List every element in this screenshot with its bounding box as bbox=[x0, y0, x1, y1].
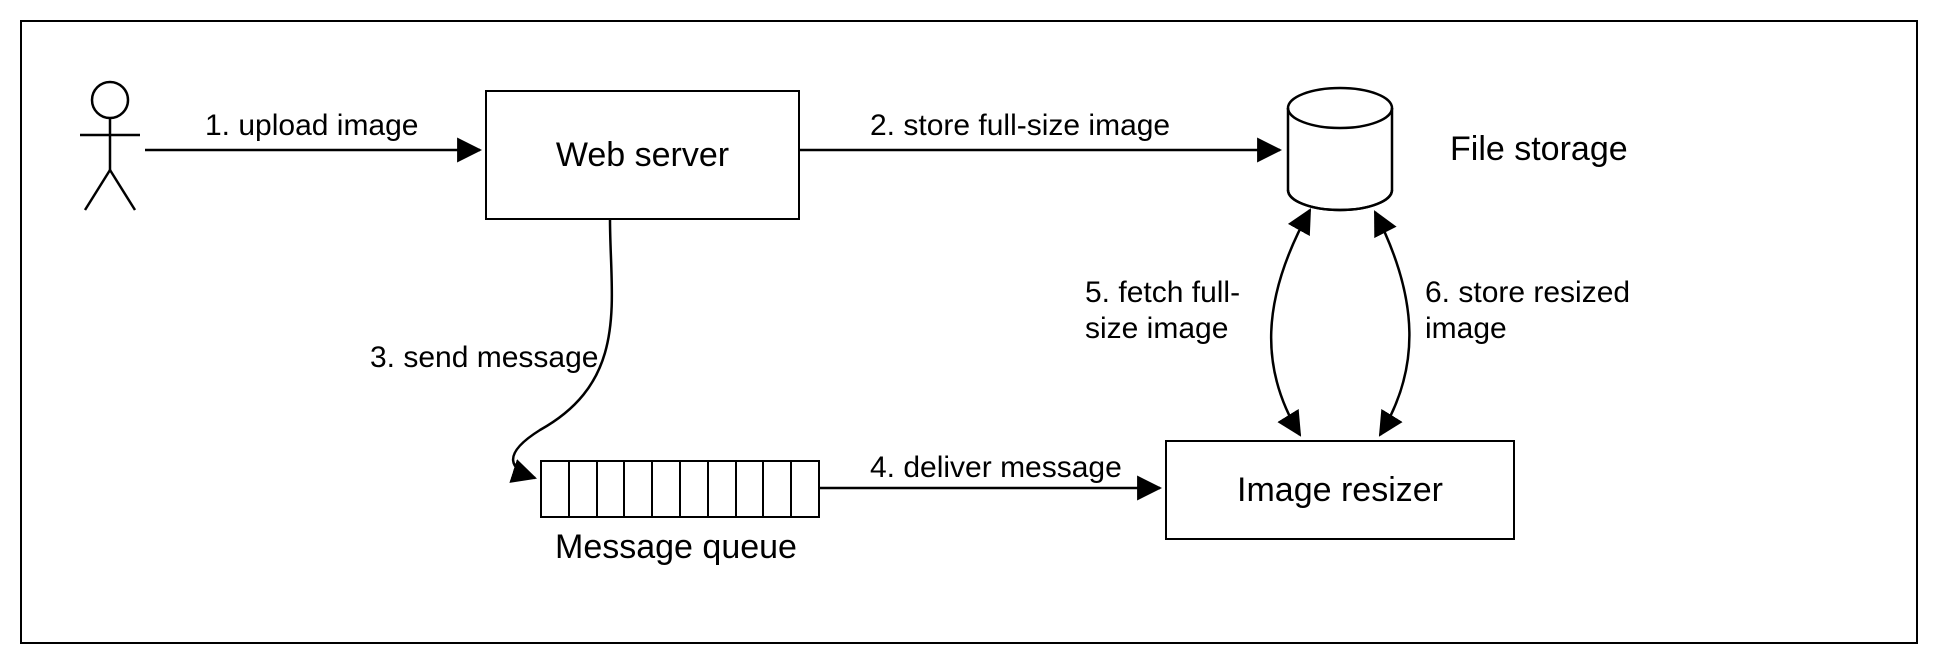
image-resizer-label: Image resizer bbox=[1237, 471, 1443, 510]
diagram-svg bbox=[0, 0, 1938, 664]
message-queue-node bbox=[540, 460, 820, 518]
label-fetch-full: 5. fetch full- size image bbox=[1085, 275, 1240, 347]
message-queue-label: Message queue bbox=[555, 528, 797, 567]
image-resizer-node: Image resizer bbox=[1165, 440, 1515, 540]
label-send-message: 3. send message bbox=[370, 340, 598, 376]
file-storage-icon bbox=[1288, 88, 1392, 210]
label-store-resized: 6. store resized image bbox=[1425, 275, 1630, 347]
edge-store-resized bbox=[1375, 212, 1409, 435]
web-server-label: Web server bbox=[556, 136, 729, 175]
label-store-full: 2. store full-size image bbox=[870, 108, 1170, 144]
label-deliver-message: 4. deliver message bbox=[870, 450, 1122, 486]
user-icon bbox=[80, 82, 140, 210]
diagram-canvas: Web server File storage Message queue Im… bbox=[0, 0, 1938, 664]
label-upload-image: 1. upload image bbox=[205, 108, 419, 144]
file-storage-label: File storage bbox=[1450, 130, 1628, 169]
web-server-node: Web server bbox=[485, 90, 800, 220]
edge-fetch-full bbox=[1271, 210, 1310, 435]
